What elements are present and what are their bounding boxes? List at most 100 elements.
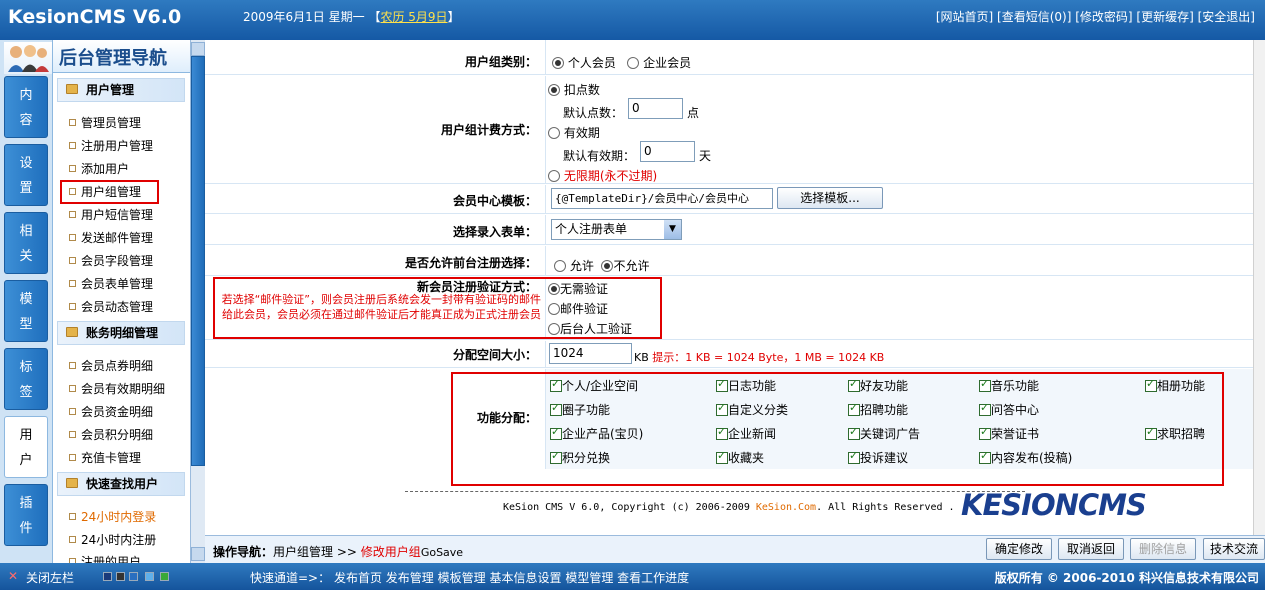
delete-info-button[interactable]: 删除信息 (1130, 538, 1196, 560)
nav-item-registered-users[interactable]: 注册用户管理 (67, 137, 153, 154)
radio-period[interactable] (548, 127, 560, 139)
tab-plugins[interactable]: 插 件 (4, 484, 48, 546)
template-values: {@TemplateDir}/会员中心/会员中心 选择模板... (545, 185, 1253, 213)
theme-swatch-dark[interactable] (116, 572, 125, 581)
link-messages[interactable]: [查看短信(0)] (997, 10, 1071, 24)
template-input[interactable]: {@TemplateDir}/会员中心/会员中心 (551, 188, 773, 209)
confirm-edit-button[interactable]: 确定修改 (986, 538, 1052, 560)
tab-related[interactable]: 相 关 (4, 212, 48, 274)
tab-content[interactable]: 内 容 (4, 76, 48, 138)
template-label: 会员中心模板： (452, 194, 537, 208)
nav-section-label: 用户管理 (86, 83, 135, 97)
quick-link-progress[interactable]: 查看工作进度 (617, 571, 689, 585)
nav-item-recharge-cards[interactable]: 充值卡管理 (67, 449, 141, 466)
link-update-cache[interactable]: [更新缓存] (1136, 10, 1193, 24)
radio-personal[interactable] (552, 57, 564, 69)
highlight-user-groups (60, 180, 159, 204)
radio-disallow[interactable] (601, 260, 614, 272)
folder-icon (66, 327, 78, 337)
default-points-input[interactable]: 0 (628, 98, 683, 119)
radio-unlimited[interactable] (548, 170, 560, 182)
quick-link-publish-home[interactable]: 发布首页 (334, 571, 382, 585)
nav-item-send-email[interactable]: 发送邮件管理 (67, 229, 153, 246)
scroll-up-icon[interactable] (191, 42, 205, 56)
billing-opt2: 有效期 (548, 124, 600, 141)
quick-link-publish-manage[interactable]: 发布管理 (386, 571, 434, 585)
entry-form-label: 选择录入表单： (452, 225, 537, 239)
nav-item-registered-list[interactable]: 注册的用户 (67, 553, 141, 563)
lunar-date[interactable]: 农历 5月9日 (380, 10, 447, 24)
tab-users[interactable]: 用 户 (4, 416, 48, 478)
nav-item-add-user[interactable]: 添加用户 (67, 160, 129, 177)
nav-item-user-messages[interactable]: 用户短信管理 (67, 206, 153, 223)
tab-settings[interactable]: 设 置 (4, 144, 48, 206)
left-scrollbar[interactable] (190, 40, 205, 563)
theme-swatch-blue[interactable] (129, 572, 138, 581)
select-template-button[interactable]: 选择模板... (777, 187, 883, 209)
left-tab-bar: 内 容 设 置 相 关 模 型 标 签 用 户 插 件 (0, 40, 52, 563)
theme-swatch-sky[interactable] (145, 572, 154, 581)
billing-opt3: 无限期(永不过期) (548, 167, 657, 184)
space-input[interactable]: 1024 (549, 343, 632, 364)
billing-label: 用户组计费方式： (440, 123, 537, 137)
billing-values: 扣点数 默认点数： 0 点 有效期 默认有效期： 0 天 无限期(永不过期) (545, 76, 1253, 183)
nav-item-register-24h[interactable]: 24小时内注册 (67, 531, 156, 548)
chevron-down-icon[interactable]: ▼ (664, 220, 681, 239)
theme-swatch-navy[interactable] (103, 572, 112, 581)
main-form: 用户组类别： 个人会员 企业会员 用户组计费方式： 扣点数 默认点数： 0 点 … (205, 40, 1253, 535)
nav-title: 后台管理导航 (59, 48, 167, 69)
nav-section-quick-find[interactable]: 快速查找用户 (57, 472, 185, 496)
close-icon[interactable]: ✕ (8, 569, 18, 583)
tab-settings-label: 设 置 (19, 156, 33, 196)
radio-enterprise[interactable] (627, 57, 640, 69)
row-allow-register: 是否允许前台注册选择： 允许 不允许 (205, 246, 1253, 276)
radio-points[interactable] (548, 84, 560, 96)
main-scrollbar[interactable] (1253, 40, 1265, 535)
space-unit-hint: KB 提示：1 KB = 1024 Byte，1 MB = 1024 KB (634, 349, 884, 365)
cancel-return-button[interactable]: 取消返回 (1058, 538, 1124, 560)
row-template: 会员中心模板： {@TemplateDir}/会员中心/会员中心 选择模板... (205, 185, 1253, 214)
nav-item-admin-management[interactable]: 管理员管理 (67, 114, 141, 131)
top-header: KesionCMS V6.0 2009年6月1日 星期一 【农历 5月9日】 [… (0, 0, 1265, 40)
nav-item-member-fields[interactable]: 会员字段管理 (67, 252, 153, 269)
nav-item-login-24h[interactable]: 24小时内登录 (67, 508, 156, 525)
close-left-panel[interactable]: 关闭左栏 (26, 569, 74, 586)
nav-item-score-detail[interactable]: 会员积分明细 (67, 426, 153, 443)
nav-section-user-management[interactable]: 用户管理 (57, 78, 185, 102)
link-change-password[interactable]: [修改密码] (1075, 10, 1132, 24)
scroll-thumb[interactable] (191, 56, 205, 466)
copyright-text-end: . All Rights Reserved . (816, 502, 955, 513)
nav-item-validity-detail[interactable]: 会员有效期明细 (67, 380, 165, 397)
quick-link-basic-settings[interactable]: 基本信息设置 (489, 571, 561, 585)
quick-link-templates[interactable]: 模板管理 (438, 571, 486, 585)
nav-item-funds-detail[interactable]: 会员资金明细 (67, 403, 153, 420)
tab-model[interactable]: 模 型 (4, 280, 48, 342)
radio-allow[interactable] (554, 260, 566, 272)
nav-item-member-activity[interactable]: 会员动态管理 (67, 298, 153, 315)
app-logo: KesionCMS V6.0 (8, 6, 182, 28)
nav-item-member-forms[interactable]: 会员表单管理 (67, 275, 153, 292)
radio-disallow-label: 不允许 (613, 259, 650, 273)
nav-section-accounts[interactable]: 账务明细管理 (57, 321, 185, 345)
default-period-input[interactable]: 0 (640, 141, 695, 162)
theme-swatch-green[interactable] (160, 572, 169, 581)
scroll-down-icon[interactable] (191, 547, 205, 561)
link-site-home[interactable]: [网站首页] (936, 10, 993, 24)
footer-copyright: 版权所有 © 2006-2010 科兴信息技术有限公司 (994, 571, 1259, 585)
copyright-link[interactable]: KeSion.Com (756, 502, 816, 513)
tech-exchange-button[interactable]: 技术交流 (1203, 538, 1265, 560)
tab-tags[interactable]: 标 签 (4, 348, 48, 410)
lunar-bracket-close: 】 (447, 10, 460, 24)
link-logout[interactable]: [安全退出] (1198, 10, 1255, 24)
op-crumb-edit-group: 修改用户组 (360, 545, 421, 559)
quick-link-models[interactable]: 模型管理 (565, 571, 613, 585)
date-display: 2009年6月1日 星期一 【农历 5月9日】 (243, 8, 460, 25)
quick-label: 快速通道=>： (250, 571, 331, 585)
nav-item-points-detail[interactable]: 会员点券明细 (67, 357, 153, 374)
op-crumb-user-groups[interactable]: 用户组管理 (273, 545, 333, 559)
highlight-functions (451, 372, 1224, 486)
entry-form-select[interactable]: 个人注册表单 ▼ (551, 219, 682, 240)
tab-content-label: 内 容 (19, 88, 33, 128)
period-unit: 天 (699, 149, 712, 163)
row-group-type: 用户组类别： 个人会员 企业会员 (205, 40, 1253, 75)
